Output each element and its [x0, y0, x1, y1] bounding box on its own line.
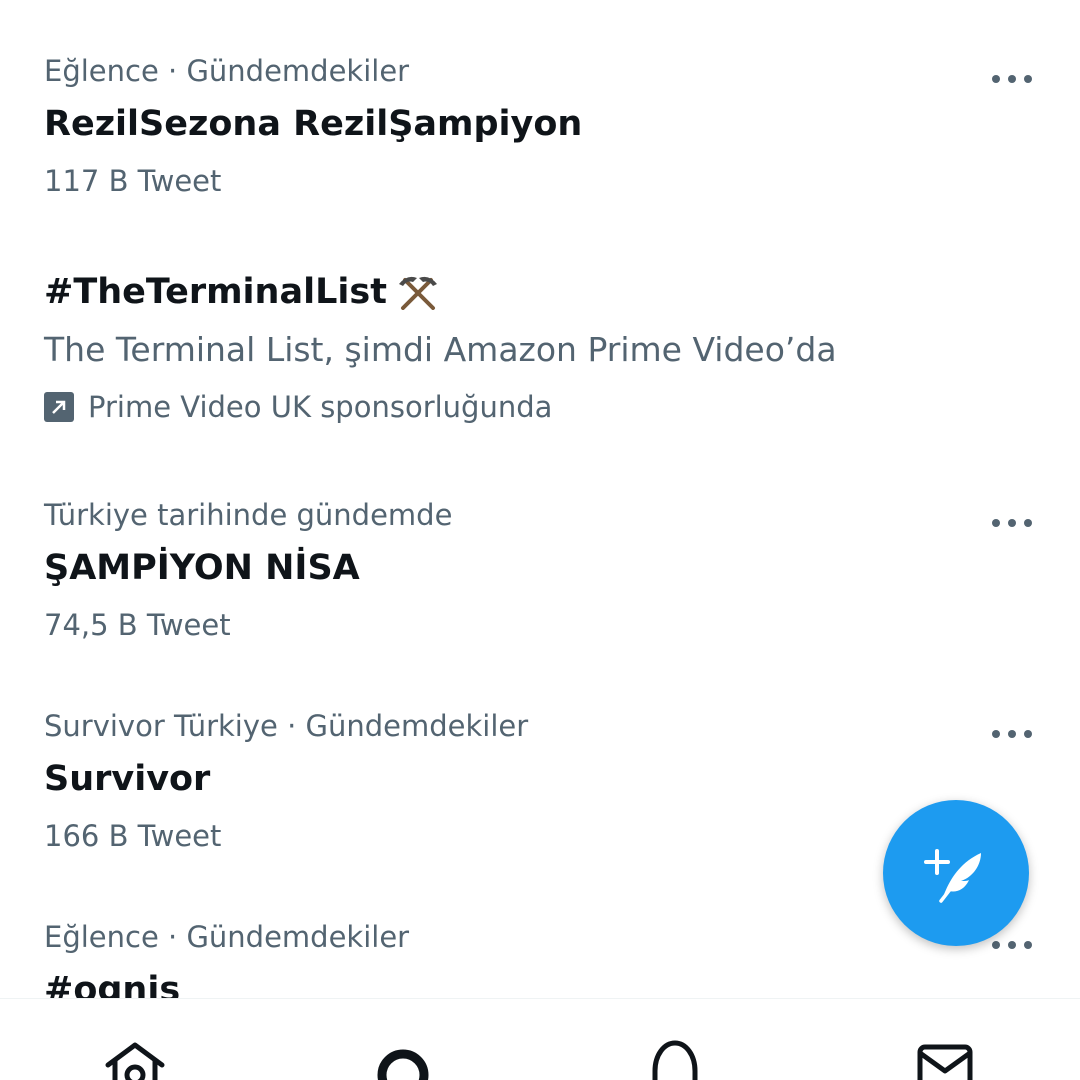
trend-context: Eğlence · Gündemdekiler	[44, 54, 410, 88]
trend-count: 74,5 B Tweet	[44, 608, 231, 642]
promoted-description: The Terminal List, şimdi Amazon Prime Vi…	[44, 330, 837, 369]
dot	[1024, 519, 1032, 527]
dot	[1024, 75, 1032, 83]
promoted-title: #TheTerminalList	[44, 272, 387, 312]
notifications-icon	[642, 1039, 708, 1080]
more-options-button[interactable]	[992, 516, 1032, 530]
bottom-nav	[0, 998, 1080, 1080]
dot	[1008, 75, 1016, 83]
messages-icon	[912, 1039, 978, 1080]
dot	[1008, 730, 1016, 738]
dot	[1008, 519, 1016, 527]
promoted-arrow-icon	[44, 392, 74, 422]
trend-context: Eğlence · Gündemdekiler	[44, 920, 410, 954]
search-icon	[370, 1039, 436, 1080]
dot	[992, 519, 1000, 527]
dot	[1008, 941, 1016, 949]
compose-tweet-icon	[921, 841, 991, 905]
promoted-title-row: #TheTerminalList	[44, 272, 439, 312]
crossed-pickaxes-icon	[397, 274, 439, 310]
more-options-button[interactable]	[992, 72, 1032, 86]
dot	[1024, 730, 1032, 738]
trend-count: 166 B Tweet	[44, 819, 222, 853]
explore-screen: Eğlence · Gündemdekiler RezilSezona Rezi…	[0, 0, 1080, 1080]
dot	[992, 941, 1000, 949]
trend-title: ŞAMPİYON NİSA	[44, 548, 360, 588]
nav-home[interactable]	[100, 1039, 170, 1080]
promoted-sponsor: Prime Video UK sponsorluğunda	[88, 390, 553, 424]
more-options-button[interactable]	[992, 727, 1032, 741]
nav-search[interactable]	[368, 1039, 438, 1080]
nav-notifications[interactable]	[640, 1039, 710, 1080]
dot	[992, 730, 1000, 738]
compose-tweet-button[interactable]	[883, 800, 1029, 946]
dot	[992, 75, 1000, 83]
trend-item[interactable]: Eğlence · Gündemdekiler RezilSezona Rezi…	[44, 54, 1080, 214]
trend-context: Türkiye tarihinde gündemde	[44, 498, 453, 532]
home-icon	[102, 1039, 168, 1080]
dot	[1024, 941, 1032, 949]
nav-messages[interactable]	[910, 1039, 980, 1080]
promoted-trend[interactable]: #TheTerminalList The Terminal List, şimd…	[44, 272, 1080, 442]
trend-context: Survivor Türkiye · Gündemdekiler	[44, 709, 529, 743]
more-options-button[interactable]	[992, 938, 1032, 952]
trend-title: Survivor	[44, 759, 211, 799]
trend-title: RezilSezona RezilŞampiyon	[44, 104, 583, 144]
trend-item[interactable]: Türkiye tarihinde gündemde ŞAMPİYON NİSA…	[44, 498, 1080, 658]
promoted-sponsor-row: Prime Video UK sponsorluğunda	[44, 390, 552, 424]
trend-count: 117 B Tweet	[44, 164, 222, 198]
